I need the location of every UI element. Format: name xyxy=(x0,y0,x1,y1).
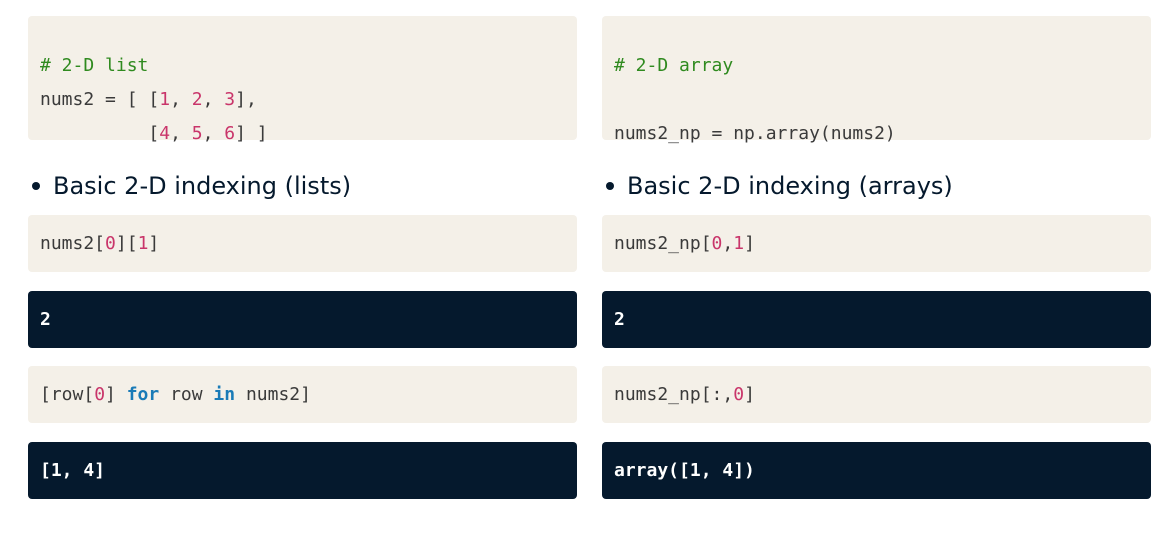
number-literal: 0 xyxy=(105,233,116,254)
bullet-text: Basic 2-D indexing (lists) xyxy=(53,172,352,200)
number-literal: 1 xyxy=(159,89,171,110)
number-literal: 6 xyxy=(224,123,236,144)
code-comment: # 2-D list xyxy=(40,55,149,76)
keyword-in: in xyxy=(213,384,236,405)
number-literal: 0 xyxy=(94,384,106,405)
bullet-heading-lists: Basic 2-D indexing (lists) xyxy=(28,168,351,204)
list-comprehension-code-block: [row[0] for row in nums2] xyxy=(28,366,577,423)
number-literal: 1 xyxy=(733,233,745,254)
number-literal: 2 xyxy=(191,89,203,110)
output-text: 2 xyxy=(614,309,625,330)
array-slice-output-block: array([1, 4]) xyxy=(602,442,1151,499)
code-line-row2: [4, 5, 6] ] xyxy=(40,123,268,144)
bullet-text: Basic 2-D indexing (arrays) xyxy=(627,172,953,200)
bullet-heading-arrays: Basic 2-D indexing (arrays) xyxy=(602,168,953,204)
bullet-dot xyxy=(32,182,40,190)
array-slice-code-block: nums2_np[:,0] xyxy=(602,366,1151,423)
code-line-row1: nums2 = [ [1, 2, 3], xyxy=(40,89,257,110)
array-index-code-block: nums2_np[0,1] xyxy=(602,215,1151,272)
number-literal: 4 xyxy=(159,123,171,144)
list-index-code-block: nums2[0][1] xyxy=(28,215,577,272)
output-text: [1, 4] xyxy=(40,460,106,481)
code-comment-line: # 2-D array xyxy=(614,49,1139,83)
number-literal: 0 xyxy=(711,233,723,254)
number-literal: 1 xyxy=(137,233,149,254)
list-index-output-block: 2 xyxy=(28,291,577,348)
code-comment: # 2-D array xyxy=(614,55,734,76)
keyword-for: for xyxy=(126,384,160,405)
code-comment-line: # 2-D list xyxy=(40,49,565,83)
list-comprehension-output-block: [1, 4] xyxy=(28,442,577,499)
array-index-output-block: 2 xyxy=(602,291,1151,348)
number-literal: 5 xyxy=(191,123,203,144)
bullet-dot xyxy=(606,182,614,190)
list-definition-code-block: # 2-D list nums2 = [ [1, 2, 3], [4, 5, 6]… xyxy=(28,16,577,144)
number-literal: 3 xyxy=(224,89,236,110)
code-line-assign: nums2_np = np.array(nums2) xyxy=(614,123,896,144)
output-text: 2 xyxy=(40,309,51,330)
array-definition-code-block: # 2-D array nums2_np = np.array(nums2) xyxy=(602,16,1151,144)
number-literal: 0 xyxy=(733,384,745,405)
output-text: array([1, 4]) xyxy=(614,460,755,481)
